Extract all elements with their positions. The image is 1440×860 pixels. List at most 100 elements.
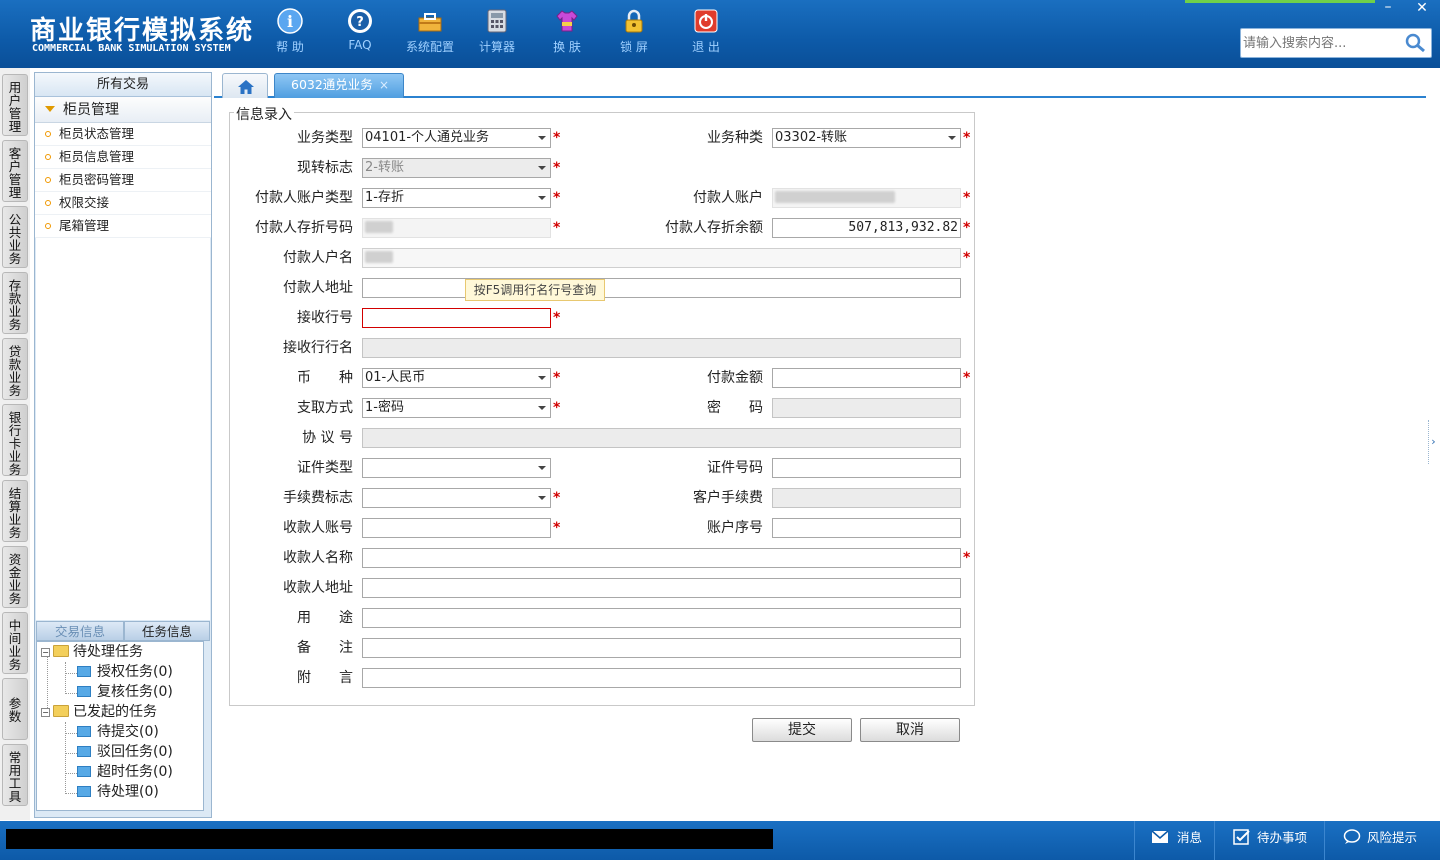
teller-mgmt-group[interactable]: 柜员管理	[35, 97, 211, 123]
vtab-deposit[interactable]: 存款业务	[2, 272, 28, 334]
vtab-settlement[interactable]: 结算业务	[2, 480, 28, 542]
collapse-icon[interactable]: −	[41, 648, 50, 657]
select-biz-kind[interactable]: 03302-转账	[772, 128, 961, 148]
module-tabs: 用户管理 客户管理 公共业务 存款业务 贷款业务 银行卡业务 结算业务 资金业务…	[0, 68, 30, 820]
menu-item-teller-info[interactable]: 柜员信息管理	[35, 146, 211, 169]
search-input[interactable]	[1243, 33, 1403, 53]
select-fee-flag[interactable]	[362, 488, 551, 508]
input-purpose[interactable]	[362, 608, 961, 628]
input-id-no[interactable]	[772, 458, 961, 478]
dropdown-arrow-icon	[538, 406, 546, 410]
menu-item-cash-box[interactable]: 尾箱管理	[35, 215, 211, 238]
required-mark: *	[553, 490, 561, 506]
input-recv-bank-no[interactable]	[362, 308, 551, 328]
lock-screen-button[interactable]: 锁 屏	[604, 8, 664, 60]
label-payee-name: 收款人名称	[283, 550, 353, 566]
input-postscript[interactable]	[362, 668, 961, 688]
tree-node-review[interactable]: 复核任务(0)	[77, 682, 173, 702]
vtab-customer-mgmt[interactable]: 客户管理	[2, 140, 28, 202]
vtab-loan[interactable]: 贷款业务	[2, 338, 28, 400]
input-password	[772, 398, 961, 418]
select-id-type[interactable]	[362, 458, 551, 478]
input-payer-book-no[interactable]	[362, 218, 551, 238]
help-button[interactable]: i 帮 助	[260, 8, 320, 60]
label-amount: 付款金额	[707, 370, 763, 386]
tree-node-processing[interactable]: 待处理(0)	[77, 782, 159, 802]
settings-button[interactable]: 系统配置	[400, 8, 460, 60]
tree-node-to-submit[interactable]: 待提交(0)	[77, 722, 159, 742]
tree-node-initiated[interactable]: − 已发起的任务	[41, 702, 157, 722]
select-value: 04101-个人通兑业务	[365, 130, 490, 145]
required-mark: *	[553, 370, 561, 386]
todo-button[interactable]: 待办事项	[1214, 821, 1324, 860]
vtab-user-mgmt[interactable]: 用户管理	[2, 74, 28, 136]
skin-button[interactable]: 换 肤	[537, 8, 597, 60]
tab-transaction-info[interactable]: 交易信息	[36, 621, 124, 641]
select-payer-acct-type[interactable]: 1-存折	[362, 188, 551, 208]
label-password: 密 码	[707, 400, 763, 416]
label-id-type: 证件类型	[297, 460, 353, 476]
tab-task-info[interactable]: 任务信息	[124, 621, 210, 641]
top-header: 商业银行模拟系统 COMMERCIAL BANK SIMULATION SYST…	[0, 0, 1440, 68]
tree-node-auth[interactable]: 授权任务(0)	[77, 662, 173, 682]
dropdown-arrow-icon	[538, 166, 546, 170]
exit-button[interactable]: 退 出	[676, 8, 736, 60]
tree-node-timeout[interactable]: 超时任务(0)	[77, 762, 173, 782]
submit-button[interactable]: 提交	[752, 718, 852, 742]
label-withdraw: 支取方式	[297, 400, 353, 416]
input-payer-name[interactable]	[362, 248, 961, 268]
vtab-funds[interactable]: 资金业务	[2, 546, 28, 608]
vtab-public-biz[interactable]: 公共业务	[2, 206, 28, 268]
input-payer-balance[interactable]: 507,813,932.82	[772, 218, 961, 238]
input-agreement	[362, 428, 961, 448]
vtab-tools[interactable]: 常用工具	[2, 744, 28, 806]
label-recv-bank-name: 接收行行名	[283, 340, 353, 356]
input-acct-seq[interactable]	[772, 518, 961, 538]
vtab-bank-card[interactable]: 银行卡业务	[2, 404, 28, 476]
risk-button[interactable]: 风险提示	[1324, 821, 1440, 860]
bullet-icon	[45, 154, 51, 160]
tab-home[interactable]	[222, 73, 268, 98]
input-payee-name[interactable]	[362, 548, 961, 568]
tree-node-pending[interactable]: − 待处理任务	[41, 642, 143, 662]
menu-item-label: 尾箱管理	[59, 218, 110, 233]
select-value: 1-密码	[365, 400, 404, 415]
select-biz-type[interactable]: 04101-个人通兑业务	[362, 128, 551, 148]
messages-button[interactable]: 消息	[1134, 821, 1214, 860]
close-window-button[interactable]: ✕	[1406, 0, 1438, 18]
menu-item-teller-status[interactable]: 柜员状态管理	[35, 123, 211, 146]
input-payee-acct[interactable]	[362, 518, 551, 538]
vtab-params[interactable]: 参数	[2, 678, 28, 740]
input-payee-addr[interactable]	[362, 578, 961, 598]
input-payer-acct[interactable]	[772, 188, 961, 208]
menu-item-permission-handover[interactable]: 权限交接	[35, 192, 211, 215]
calculator-button[interactable]: 计算器	[467, 8, 527, 60]
select-currency[interactable]: 01-人民币	[362, 368, 551, 388]
close-tab-icon[interactable]: ×	[379, 74, 389, 96]
collapse-icon[interactable]: −	[41, 708, 50, 717]
select-cash-flag: 2-转账	[362, 158, 551, 178]
expand-arrow-icon	[45, 106, 55, 112]
tree-node-rejected[interactable]: 驳回任务(0)	[77, 742, 173, 762]
select-withdraw[interactable]: 1-密码	[362, 398, 551, 418]
app-subtitle: COMMERCIAL BANK SIMULATION SYSTEM	[32, 43, 231, 54]
faq-button[interactable]: ? FAQ	[330, 8, 390, 60]
label-cash-flag: 现转标志	[297, 160, 353, 176]
toolbox-icon	[418, 13, 442, 32]
tab-6032[interactable]: 6032通兑业务 ×	[274, 73, 404, 98]
expand-right-handle[interactable]: ›	[1428, 420, 1438, 464]
select-value: 01-人民币	[365, 370, 426, 385]
cancel-button[interactable]: 取消	[860, 718, 960, 742]
vtab-intermediary[interactable]: 中间业务	[2, 612, 28, 674]
menu-item-teller-password[interactable]: 柜员密码管理	[35, 169, 211, 192]
label-currency: 币 种	[297, 370, 353, 386]
minimize-button[interactable]: –	[1372, 0, 1404, 18]
required-mark: *	[553, 130, 561, 146]
power-icon	[694, 9, 718, 33]
input-remark[interactable]	[362, 638, 961, 658]
select-value: 2-转账	[365, 160, 404, 175]
input-amount[interactable]	[772, 368, 961, 388]
input-payer-addr[interactable]	[362, 278, 961, 298]
search-icon[interactable]	[1403, 32, 1427, 54]
bullet-icon	[45, 223, 51, 229]
